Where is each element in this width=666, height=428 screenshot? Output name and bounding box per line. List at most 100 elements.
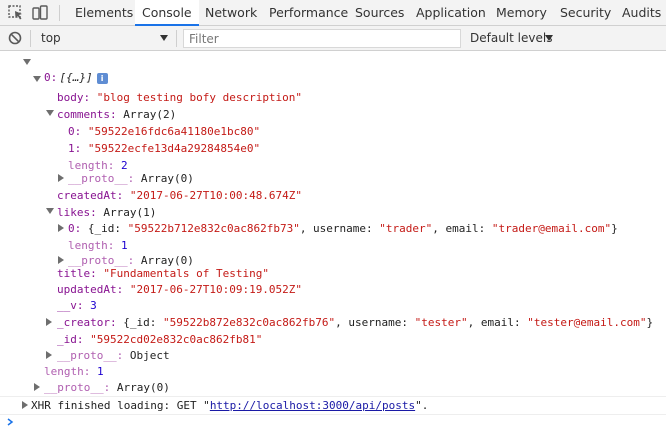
prop-key: 0:: [68, 125, 82, 138]
object-separator: , email:: [467, 316, 528, 329]
clear-console-icon[interactable]: [8, 31, 22, 45]
prop-value: "59522ecfe13d4a29284854e0": [87, 142, 261, 155]
prop-value: "2017-06-27T10:09:19.052Z": [129, 283, 303, 296]
prop-key: updatedAt:: [57, 283, 124, 296]
object-brace: {_id:: [87, 222, 128, 235]
prop-key: __proto__:: [44, 381, 111, 394]
xhr-url-link[interactable]: http://localhost:3000/api/posts: [210, 399, 415, 412]
tab-performance[interactable]: Performance: [269, 0, 348, 26]
tab-console[interactable]: Console: [135, 0, 199, 26]
prop-key: 1:: [68, 142, 82, 155]
chevron-down-icon[interactable]: [160, 35, 168, 41]
expand-arrow-icon[interactable]: [58, 224, 64, 232]
info-icon[interactable]: i: [96, 72, 108, 84]
prop-key: 0:: [68, 222, 82, 235]
comments-item-0: 0: "59522e16fdc6a41180e1bc80": [68, 123, 260, 140]
prop-key: comments:: [57, 108, 117, 121]
prop-value: "59522e16fdc6a41180e1bc80": [87, 125, 261, 138]
prop-key: __proto__:: [68, 172, 135, 185]
prop-createdAt: createdAt: "2017-06-27T10:00:48.674Z": [57, 187, 302, 204]
inspect-element-icon[interactable]: [7, 4, 25, 22]
xhr-log-entry[interactable]: XHR finished loading: GET "http://localh…: [31, 397, 428, 414]
root-length: length: 1: [44, 363, 104, 380]
prop-value: "59522b872e832c0ac862fb76": [162, 316, 336, 329]
prop-v: __v: 3: [57, 297, 97, 314]
filter-field[interactable]: [183, 29, 461, 48]
prop-key: _id:: [57, 333, 84, 346]
likes-item-0[interactable]: 0: {_id: "59522b712e832c0ac862fb73", use…: [68, 220, 618, 237]
object-brace: }: [646, 316, 654, 329]
filter-input[interactable]: [184, 30, 460, 47]
tab-security[interactable]: Security: [560, 0, 611, 26]
toolbar-separator: [59, 5, 60, 21]
tree-item-0[interactable]: 0:: [44, 69, 57, 86]
prop-key: title:: [57, 267, 97, 280]
prop-key: __v:: [57, 299, 84, 312]
prop-value: "59522cd02e832c0ac862fb81": [90, 333, 263, 346]
prop-id: _id: "59522cd02e832c0ac862fb81": [57, 331, 262, 348]
tab-audits[interactable]: Audits: [622, 0, 661, 26]
expand-arrow-icon[interactable]: [46, 351, 52, 359]
collapse-arrow-icon[interactable]: [23, 59, 31, 65]
tab-application[interactable]: Application: [416, 0, 486, 26]
prop-value: 1: [120, 239, 128, 252]
prop-value: Array(2): [123, 108, 177, 121]
prop-key: _creator:: [57, 316, 117, 329]
xhr-message-suffix: ".: [415, 399, 429, 412]
chevron-down-icon[interactable]: [545, 35, 553, 41]
prop-key: length:: [68, 239, 115, 252]
prop-key: createdAt:: [57, 189, 124, 202]
log-divider: [0, 414, 666, 415]
array-preview: [{…}]: [59, 71, 93, 84]
device-toolbar-icon[interactable]: [31, 4, 49, 22]
prop-value: "59522b712e832c0ac862fb73": [127, 222, 300, 235]
xhr-message: XHR finished loading: GET ": [31, 399, 210, 412]
prop-value: "2017-06-27T10:00:48.674Z": [129, 189, 303, 202]
expand-arrow-icon[interactable]: [46, 318, 52, 326]
prop-value: Array(1): [103, 206, 157, 219]
tab-sources[interactable]: Sources: [355, 0, 404, 26]
prop-value: Object: [129, 349, 170, 362]
tab-network[interactable]: Network: [205, 0, 257, 26]
prop-comments[interactable]: comments: Array(2): [57, 106, 176, 123]
prop-value: "trader": [379, 222, 433, 235]
prop-value: Array(0): [140, 172, 194, 185]
prop-value: Array(0): [116, 381, 170, 394]
comments-item-1: 1: "59522ecfe13d4a29284854e0": [68, 140, 260, 157]
console-toolbar: top Default levels: [0, 26, 666, 51]
tab-memory[interactable]: Memory: [496, 0, 547, 26]
prop-value: "Fundamentals of Testing": [103, 267, 269, 280]
object-separator: , username:: [335, 316, 415, 329]
prop-value: "tester@email.com": [527, 316, 647, 329]
toolbar-separator: [176, 30, 177, 47]
object-separator: , email:: [432, 222, 492, 235]
expand-arrow-icon[interactable]: [22, 401, 28, 409]
prop-creator[interactable]: _creator: {_id: "59522b872e832c0ac862fb7…: [57, 314, 653, 331]
context-selector[interactable]: top: [41, 31, 61, 45]
prop-value: 3: [90, 299, 97, 312]
collapse-arrow-icon[interactable]: [46, 208, 54, 214]
prop-likes[interactable]: likes: Array(1): [57, 204, 156, 221]
item-proto[interactable]: __proto__: Object: [57, 347, 170, 364]
object-brace: }: [611, 222, 618, 235]
console-prompt-icon[interactable]: [6, 418, 14, 426]
prop-value: 1: [96, 365, 104, 378]
prop-key: body:: [57, 91, 91, 104]
collapse-arrow-icon[interactable]: [46, 110, 54, 116]
prop-value: "trader@email.com": [491, 222, 612, 235]
prop-value: "blog testing bofy description": [96, 91, 303, 104]
prop-key: 0:: [44, 71, 58, 84]
log-levels-dropdown[interactable]: Default levels: [470, 31, 552, 45]
log-entry-root[interactable]: [{…}] i: [33, 52, 108, 84]
comments-proto[interactable]: __proto__: Array(0): [68, 170, 194, 187]
root-proto[interactable]: __proto__: Array(0): [44, 379, 170, 396]
console-output: [{…}] i 0: body: "blog testing bofy descr…: [0, 52, 666, 428]
prop-key: likes:: [57, 206, 97, 219]
expand-arrow-icon[interactable]: [58, 174, 64, 182]
expand-arrow-icon[interactable]: [34, 383, 40, 391]
prop-key: length:: [44, 365, 91, 378]
expand-arrow-icon[interactable]: [58, 256, 64, 264]
collapse-arrow-icon[interactable]: [33, 76, 41, 82]
prop-title: title: "Fundamentals of Testing": [57, 265, 269, 282]
tab-elements[interactable]: Elements: [75, 0, 133, 26]
